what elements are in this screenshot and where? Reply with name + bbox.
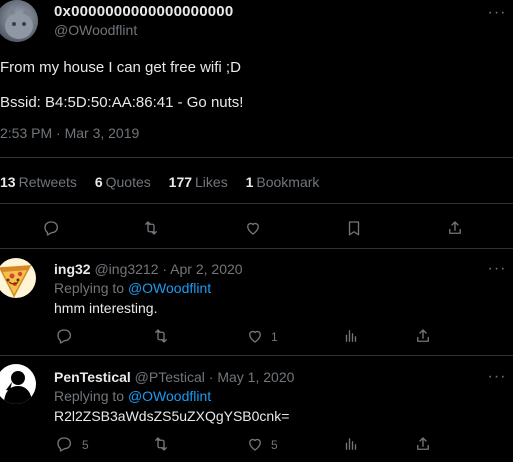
tweet-timestamp[interactable]: 2:53 PM · Mar 3, 2019 [0, 125, 139, 141]
reply-1-like-count: 1 [271, 330, 278, 344]
replying-to-handle[interactable]: @OWoodflint [128, 280, 211, 296]
retweets-label: Retweets [18, 174, 77, 190]
author-avatar[interactable] [0, 0, 38, 42]
reply-1-retweet-button[interactable] [151, 326, 171, 346]
bookmark-button[interactable] [344, 218, 364, 238]
tweet-text-line-1: From my house I can get free wifi ;D [0, 59, 241, 76]
reply-2-like-button[interactable] [245, 434, 265, 454]
silhouette-avatar-icon [0, 364, 36, 404]
retweets-count: 13 [0, 174, 16, 190]
retweet-icon [155, 437, 167, 451]
bookmark-icon [348, 221, 360, 236]
reply-1-more-button[interactable]: ··· [486, 260, 508, 277]
reply-2-reply-button[interactable] [54, 434, 74, 454]
reply-2-avatar[interactable] [0, 364, 36, 404]
tweet-text-line-2: Bssid: B4:5D:50:AA:86:41 - Go nuts! [0, 94, 244, 111]
author-handle[interactable]: @OWoodflint [54, 22, 137, 38]
reply-2-reply-count: 5 [82, 438, 89, 452]
reply-1-text: hmm interesting. [54, 300, 158, 316]
reply-1-share-button[interactable] [413, 326, 433, 346]
reply-1-replying-to: Replying to @OWoodflint [54, 280, 211, 296]
reply-icon [57, 329, 72, 344]
reply-2-like-count: 5 [271, 438, 278, 452]
bookmarks-stat[interactable]: 1 Bookmark [246, 174, 320, 190]
more-horizontal-icon: ··· [487, 260, 507, 277]
retweet-icon [145, 221, 157, 235]
reply-button[interactable] [41, 218, 61, 238]
divider [0, 355, 513, 356]
retweet-icon [155, 329, 167, 343]
reply-2-header: PenTestical @PTestical · May 1, 2020 [54, 369, 294, 385]
reply-1-like-button[interactable] [245, 326, 265, 346]
replying-to-label: Replying to [54, 388, 125, 404]
reply-2-date[interactable]: · May 1, 2020 [209, 369, 295, 385]
reply-1-views-button[interactable] [341, 326, 361, 346]
divider [0, 157, 513, 158]
reply-1-avatar[interactable] [0, 258, 36, 298]
likes-stat[interactable]: 177 Likes [169, 174, 228, 190]
bookmarks-count: 1 [245, 174, 254, 190]
reply-2-retweet-button[interactable] [151, 434, 171, 454]
like-button[interactable] [243, 218, 263, 238]
divider [0, 203, 513, 204]
reply-icon [44, 221, 59, 236]
bookmarks-label: Bookmark [256, 174, 320, 190]
quotes-count: 6 [94, 174, 103, 190]
tweet-actions [0, 210, 513, 246]
heart-icon [249, 330, 261, 343]
reply-2-name[interactable]: PenTestical [54, 369, 131, 385]
reply-1-reply-button[interactable] [54, 326, 74, 346]
replying-to-handle[interactable]: @OWoodflint [128, 388, 211, 404]
reply-icon [57, 437, 72, 452]
likes-label: Likes [195, 174, 228, 190]
reply-1-header: ing32 @ing3212 · Apr 2, 2020 [54, 261, 243, 277]
views-icon [345, 438, 357, 450]
reply-2-more-button[interactable]: ··· [486, 368, 508, 385]
author-name[interactable]: 0x0000000000000000000 [54, 3, 233, 20]
share-icon [417, 437, 429, 450]
reply-2-views-button[interactable] [341, 434, 361, 454]
replying-to-label: Replying to [54, 280, 125, 296]
gray-cat-avatar-icon [0, 0, 38, 42]
reply-1-handle[interactable]: @ing3212 [94, 261, 158, 277]
reply-2-handle[interactable]: @PTestical [135, 369, 205, 385]
more-horizontal-icon: ··· [487, 368, 507, 385]
reply-1-name[interactable]: ing32 [54, 261, 91, 277]
pizza-avatar-icon [0, 258, 36, 298]
reply-1-date[interactable]: · Apr 2, 2020 [162, 261, 242, 277]
share-icon [449, 221, 461, 234]
share-icon [417, 329, 429, 342]
reply-2-replying-to: Replying to @OWoodflint [54, 388, 211, 404]
quotes-stat[interactable]: 6 Quotes [95, 174, 151, 190]
tweet-stats: 13 Retweets 6 Quotes 177 Likes 1 Bookmark [0, 174, 333, 190]
reply-2-text: R2l2ZSB3aWdsZS5uZXQgYSB0cnk= [54, 408, 290, 424]
divider [0, 248, 513, 249]
more-horizontal-icon: ··· [487, 4, 507, 21]
more-options-button[interactable]: ··· [486, 4, 508, 21]
views-icon [345, 330, 357, 342]
share-button[interactable] [445, 218, 465, 238]
heart-icon [247, 222, 259, 235]
likes-count: 177 [168, 174, 193, 190]
retweets-stat[interactable]: 13 Retweets [0, 174, 77, 190]
quotes-label: Quotes [105, 174, 151, 190]
heart-icon [249, 438, 261, 451]
retweet-button[interactable] [141, 218, 161, 238]
reply-2-share-button[interactable] [413, 434, 433, 454]
